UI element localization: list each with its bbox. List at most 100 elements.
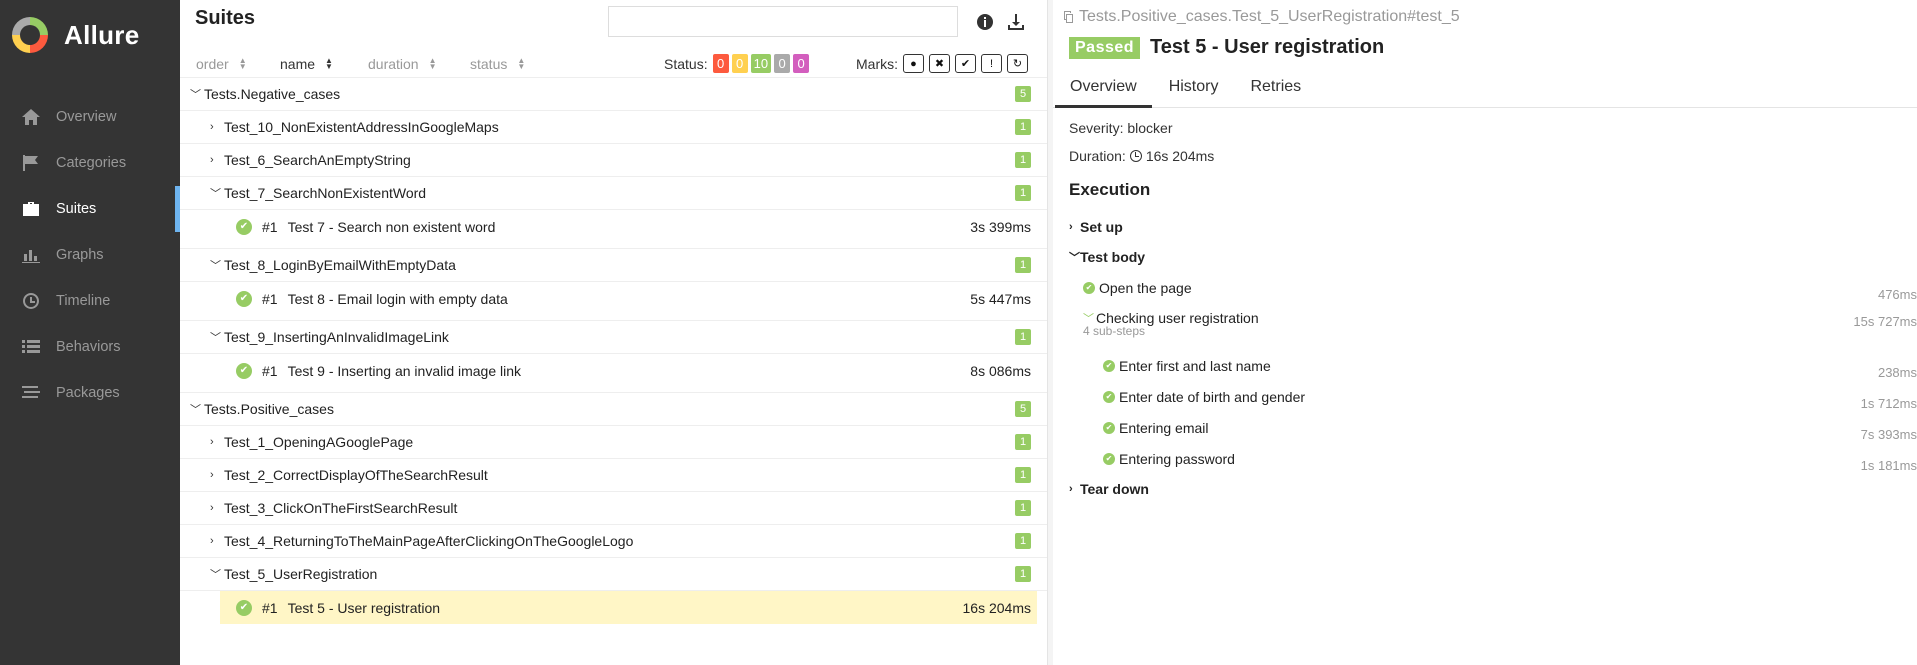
- status-filter: Status: 0 0 10 0 0: [664, 54, 810, 73]
- sort-toolbar: order ▲ ▼ name ▲ ▼ duration ▲ ▼ status ▲ ▼ Statu…: [180, 50, 1047, 78]
- test-name: Test 9 - Inserting an invalid image link: [287, 362, 522, 379]
- passed-check-icon: ✔: [236, 599, 252, 616]
- status-broken-toggle[interactable]: 0: [731, 54, 748, 73]
- tree-group[interactable]: ﹀ Tests.Negative_cases 5: [180, 78, 1047, 111]
- status-passed-toggle[interactable]: 10: [750, 54, 772, 73]
- new-failed-mark-icon[interactable]: ✖: [929, 54, 950, 73]
- sort-duration-label: duration: [368, 55, 419, 72]
- sort-status[interactable]: status ▲ ▼: [470, 56, 525, 72]
- tree-subgroup[interactable]: ﹀ Test_9_InsertingAnInvalidImageLink 1: [180, 321, 1047, 354]
- passed-check-icon: ✔: [1103, 390, 1115, 403]
- test-name: Test 8 - Email login with empty data: [287, 290, 508, 307]
- duration-line: Duration: 16s 204ms: [1069, 148, 1909, 164]
- count-badge: 1: [1015, 500, 1031, 516]
- tree-subgroup[interactable]: › Test_1_OpeningAGooglePage 1: [180, 426, 1047, 459]
- breadcrumb-text: Tests.Positive_cases.Test_5_UserRegistra…: [1079, 8, 1460, 25]
- overview-body: Severity: blocker Duration: 16s 204ms Ex…: [1069, 120, 1917, 504]
- tree-subgroup[interactable]: › Test_3_ClickOnTheFirstSearchResult 1: [180, 492, 1047, 525]
- test-name: Test 7 - Search non existent word: [287, 218, 496, 235]
- logo[interactable]: Allure: [0, 0, 180, 70]
- step-row[interactable]: ✔ Enter first and last name 238ms: [1069, 350, 1917, 381]
- tree-subgroup[interactable]: › Test_2_CorrectDisplayOfTheSearchResult…: [180, 459, 1047, 492]
- tree-subgroup[interactable]: ﹀ Test_5_UserRegistration 1: [180, 558, 1047, 591]
- count-badge: 1: [1015, 566, 1031, 582]
- new-broken-mark-icon[interactable]: !: [981, 54, 1002, 73]
- sort-name[interactable]: name ▲ ▼: [280, 56, 333, 72]
- sidebar-item-label: Packages: [56, 385, 120, 401]
- subgroup-name: Test_3_ClickOnTheFirstSearchResult: [224, 500, 458, 516]
- test-case-row[interactable]: ✔ #1 Test 7 - Search non existent word 3…: [180, 210, 1047, 243]
- execution-title: Execution: [1069, 180, 1151, 199]
- step-row[interactable]: ✔ Entering email 7s 393ms: [1069, 412, 1917, 443]
- setup-stage[interactable]: › Set up: [1069, 212, 1909, 242]
- tree-subgroup[interactable]: ﹀ Test_8_LoginByEmailWithEmptyData 1: [180, 249, 1047, 282]
- test-case-row[interactable]: ✔ #1 Test 8 - Email login with empty dat…: [180, 282, 1047, 315]
- step-duration: 238ms: [1877, 365, 1917, 380]
- tree-subgroup[interactable]: ﹀ Test_7_SearchNonExistentWord 1: [180, 177, 1047, 210]
- tree-group[interactable]: ﹀ Tests.Positive_cases 5: [180, 393, 1047, 426]
- chevron-right-icon: ›: [210, 469, 214, 481]
- suites-header: Suites: [180, 0, 1047, 50]
- new-passed-mark-icon[interactable]: ✔: [955, 54, 976, 73]
- test-case-row[interactable]: ✔ #1 Test 9 - Inserting an invalid image…: [180, 354, 1047, 387]
- sidebar-item-packages[interactable]: Packages: [0, 370, 180, 416]
- stage-label: Tear down: [1080, 481, 1149, 497]
- chevron-right-icon: ›: [1069, 221, 1073, 233]
- tab-overview[interactable]: Overview: [1055, 70, 1152, 108]
- sidebar-item-overview[interactable]: Overview: [0, 94, 180, 140]
- tree-subgroup[interactable]: › Test_10_NonExistentAddressInGoogleMaps…: [180, 111, 1047, 144]
- sidebar-item-graphs[interactable]: Graphs: [0, 232, 180, 278]
- tab-history[interactable]: History: [1154, 70, 1234, 108]
- status-skipped-toggle[interactable]: 0: [774, 54, 791, 73]
- packages-icon: [20, 384, 42, 402]
- step-row[interactable]: ✔ Entering password 1s 181ms: [1069, 443, 1917, 474]
- leaf-wrapper: ✔ #1 Test 9 - Inserting an invalid image…: [180, 354, 1047, 393]
- test-duration: 8s 086ms: [970, 362, 1031, 379]
- info-icon[interactable]: [975, 12, 995, 32]
- step-row[interactable]: ✔ Enter date of birth and gender 1s 712m…: [1069, 381, 1917, 412]
- sidebar-item-label: Categories: [56, 155, 127, 171]
- download-icon[interactable]: [1006, 12, 1026, 32]
- sidebar-item-timeline[interactable]: Timeline: [0, 278, 180, 324]
- sidebar-item-suites[interactable]: Suites: [0, 186, 180, 232]
- test-case-row-selected[interactable]: ✔ #1 Test 5 - User registration 16s 204m…: [220, 591, 1037, 624]
- step-row[interactable]: ✔ Open the page 476ms: [1069, 272, 1917, 303]
- tree-subgroup[interactable]: › Test_4_ReturningToTheMainPageAfterClic…: [180, 525, 1047, 558]
- subgroup-name: Test_10_NonExistentAddressInGoogleMaps: [224, 119, 499, 135]
- sidebar-item-behaviors[interactable]: Behaviors: [0, 324, 180, 370]
- step-name: Open the page: [1099, 279, 1192, 296]
- flaky-mark-icon[interactable]: ●: [903, 54, 924, 73]
- count-badge: 1: [1015, 185, 1031, 201]
- sort-order[interactable]: order ▲ ▼: [196, 56, 247, 72]
- bar-chart-icon: [20, 246, 42, 264]
- sidebar-item-categories[interactable]: Categories: [0, 140, 180, 186]
- tab-retries[interactable]: Retries: [1235, 70, 1316, 108]
- status-failed-toggle[interactable]: 0: [712, 54, 729, 73]
- chevron-right-icon: ›: [210, 535, 214, 547]
- count-badge: 1: [1015, 329, 1031, 345]
- chevron-down-icon: ﹀: [210, 569, 221, 581]
- clock-icon: [1129, 150, 1142, 162]
- status-label: Status:: [664, 55, 708, 72]
- sidebar-item-label: Timeline: [56, 293, 111, 309]
- copy-icon[interactable]: [1061, 10, 1075, 24]
- test-body-stage[interactable]: ﹀ Test body: [1069, 242, 1909, 272]
- step-row[interactable]: ﹀ Checking user registration 4 sub-steps…: [1069, 303, 1917, 350]
- teardown-stage[interactable]: › Tear down: [1069, 474, 1909, 504]
- group-name: Tests.Positive_cases: [204, 401, 334, 417]
- allure-logo-icon: [12, 17, 48, 53]
- sidebar-item-label: Behaviors: [56, 339, 121, 355]
- search-input[interactable]: [608, 6, 958, 37]
- step-duration: 1s 712ms: [1860, 396, 1917, 411]
- tree-subgroup[interactable]: › Test_6_SearchAnEmptyString 1: [180, 144, 1047, 177]
- retries-mark-icon[interactable]: ↻: [1007, 54, 1028, 73]
- passed-check-icon: ✔: [236, 290, 252, 307]
- subgroup-name: Test_9_InsertingAnInvalidImageLink: [224, 329, 449, 345]
- briefcase-icon: [20, 200, 42, 218]
- duration-label: Duration:: [1069, 148, 1126, 164]
- subgroup-name: Test_5_UserRegistration: [224, 566, 378, 582]
- count-badge: 1: [1015, 533, 1031, 549]
- sort-duration[interactable]: duration ▲ ▼: [368, 56, 437, 72]
- status-unknown-toggle[interactable]: 0: [793, 54, 810, 73]
- stage-label: Set up: [1080, 219, 1123, 235]
